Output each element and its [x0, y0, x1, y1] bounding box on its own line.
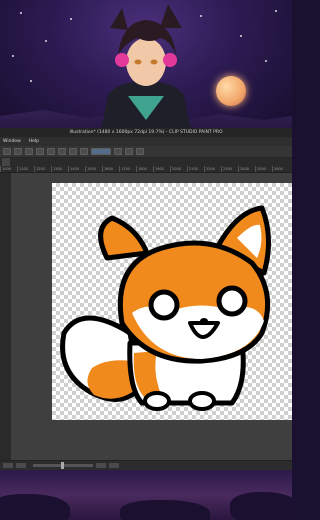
character-illustration: [100, 4, 192, 136]
clear-icon[interactable]: [58, 148, 66, 155]
background-artwork-bottom: [0, 470, 292, 520]
ruler-tick: 1000: [0, 166, 17, 172]
ruler-tick: 1400: [68, 166, 85, 172]
crop-icon[interactable]: [136, 148, 144, 155]
menu-window[interactable]: Window: [3, 137, 21, 146]
ruler-tick: 1500: [85, 166, 102, 172]
toolbar: [0, 146, 292, 158]
selection-tool-button[interactable]: [91, 148, 111, 155]
background-artwork-top: [0, 0, 292, 136]
invert-icon[interactable]: [125, 148, 133, 155]
ruler-tick: 1100: [17, 166, 34, 172]
menu-help[interactable]: Help: [29, 137, 39, 146]
vertical-ruler: [0, 173, 11, 460]
ruler-tick: 2000: [170, 166, 187, 172]
ruler-tick: 1300: [51, 166, 68, 172]
canvas-area[interactable]: [11, 173, 292, 460]
tab-illustration[interactable]: [2, 158, 10, 166]
ruler-tick: 2300: [221, 166, 238, 172]
document-tabs: [0, 158, 292, 166]
ruler-tick: 1200: [34, 166, 51, 172]
ruler-tick: 2200: [204, 166, 221, 172]
rotate-icon[interactable]: [96, 463, 106, 468]
zoom-in-icon[interactable]: [16, 463, 26, 468]
zoom-slider[interactable]: [33, 462, 93, 469]
ruler-tick: 1600: [102, 166, 119, 172]
window-title: Illustration* (1480 x 1600px 72dpi 19.7%…: [0, 128, 292, 137]
ruler-tick: 2600: [272, 166, 289, 172]
fill-icon[interactable]: [69, 148, 77, 155]
ruler-tick: 2100: [187, 166, 204, 172]
horizontal-ruler: 1000 1100 1200 1300 1400 1500 1600 1700 …: [0, 166, 292, 173]
new-file-icon[interactable]: [3, 148, 11, 155]
ruler-tick: 1700: [119, 166, 136, 172]
fox-drawing: [60, 205, 272, 411]
redo-icon[interactable]: [47, 148, 55, 155]
ruler-tick: 2400: [238, 166, 255, 172]
deselect-icon[interactable]: [114, 148, 122, 155]
flip-icon[interactable]: [109, 463, 119, 468]
undo-icon[interactable]: [36, 148, 44, 155]
drawing-canvas[interactable]: [52, 183, 292, 420]
app-window: Illustration* (1480 x 1600px 72dpi 19.7%…: [0, 128, 292, 470]
open-file-icon[interactable]: [14, 148, 22, 155]
save-icon[interactable]: [25, 148, 33, 155]
ruler-tick: 1800: [136, 166, 153, 172]
menubar: Window Help: [0, 137, 292, 146]
status-bar: [0, 460, 292, 470]
ruler-tick: 1900: [153, 166, 170, 172]
transform-icon[interactable]: [80, 148, 88, 155]
ruler-tick: 2500: [255, 166, 272, 172]
zoom-out-icon[interactable]: [3, 463, 13, 468]
